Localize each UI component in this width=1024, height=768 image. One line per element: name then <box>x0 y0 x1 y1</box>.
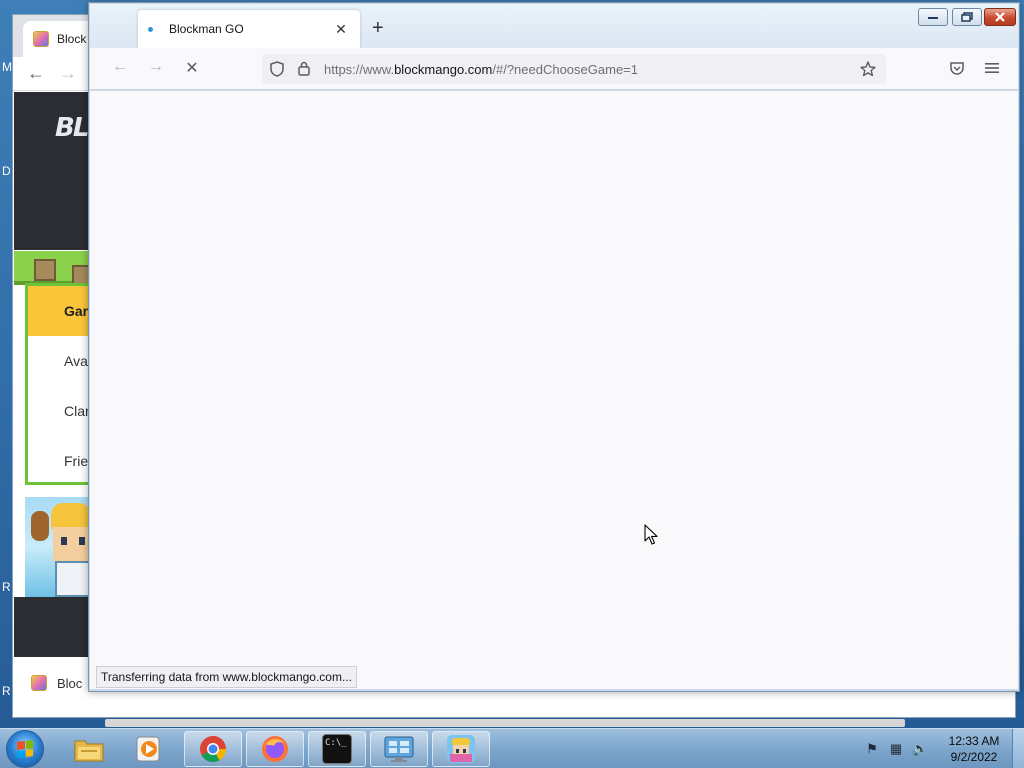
volume-icon[interactable]: 🔈 <box>912 741 928 757</box>
grass-banner <box>14 251 90 287</box>
firefox-icon <box>262 736 288 762</box>
tab-close-icon[interactable]: ✕ <box>332 21 350 38</box>
page-content-area[interactable]: Transferring data from www.blockmango.co… <box>90 91 1018 689</box>
desktop-icon-label: R <box>2 580 11 594</box>
character-eye <box>79 537 85 545</box>
blockman-go-app-icon <box>447 735 475 763</box>
taskbar-command-prompt[interactable]: C:\_ <box>308 731 366 767</box>
media-player-icon <box>136 736 160 762</box>
menu-item-avatar[interactable]: Ava <box>28 336 89 386</box>
status-panel: Transferring data from www.blockmango.co… <box>96 666 357 688</box>
monkey-figure <box>31 511 49 541</box>
back-arrow-icon[interactable]: ← <box>108 58 132 76</box>
firefox-navigation-bar: ← → ✕ https://www.blockmango.com/#/?need… <box>90 48 1018 90</box>
back-arrow-icon[interactable]: ← <box>27 63 45 84</box>
taskbar-control-panel[interactable] <box>370 731 428 767</box>
blockman-go-favicon-icon <box>31 675 47 691</box>
close-icon <box>995 12 1005 22</box>
system-clock[interactable]: 12:33 AM 9/2/2022 <box>944 733 1004 765</box>
clock-date: 9/2/2022 <box>950 750 998 764</box>
character-body <box>55 561 89 597</box>
close-window-button[interactable] <box>984 8 1016 26</box>
desktop-icon-label: R <box>2 684 11 698</box>
minimize-icon <box>928 17 938 19</box>
taskbar-media-player[interactable] <box>120 731 178 767</box>
desktop-icon-label: D <box>2 164 11 178</box>
network-icon[interactable]: ▦ <box>888 741 904 757</box>
taskbar-chrome[interactable] <box>184 731 242 767</box>
site-footer-band <box>14 597 90 657</box>
horizontal-scrollbar[interactable] <box>105 719 905 727</box>
minimize-button[interactable] <box>918 8 948 26</box>
command-prompt-icon: C:\_ <box>322 734 352 764</box>
taskbar-windows-explorer[interactable] <box>60 731 118 767</box>
menu-item-games[interactable]: Gar <box>28 286 89 336</box>
site-side-menu: Gar Ava Clar Frie <box>25 283 89 485</box>
desktop-icon-label: M <box>2 60 12 74</box>
firefox-window[interactable]: Blockman GO ✕ + ← → ✕ https://www.blockm… <box>88 2 1020 692</box>
pocket-icon[interactable] <box>949 61 965 76</box>
tab-title: Blockman GO <box>169 22 244 36</box>
stop-loading-icon[interactable]: ✕ <box>180 58 204 78</box>
character-eye <box>61 537 67 545</box>
maximize-button[interactable] <box>952 8 982 26</box>
folder-icon <box>74 740 104 762</box>
mouse-pointer-icon <box>644 524 658 545</box>
show-desktop-button[interactable] <box>1012 729 1024 768</box>
new-tab-button[interactable]: + <box>372 18 384 38</box>
action-center-flag-icon[interactable]: ⚑ <box>864 741 880 757</box>
site-logo[interactable]: BL <box>55 113 89 143</box>
forward-arrow-icon[interactable]: → <box>59 63 77 84</box>
taskbar-firefox[interactable] <box>246 731 304 767</box>
dirt-block-decoration <box>34 259 56 281</box>
restore-icon <box>961 12 973 22</box>
menu-item-clan[interactable]: Clar <box>28 386 89 436</box>
chrome-icon <box>200 735 227 763</box>
hardhat <box>51 503 89 529</box>
menu-item-friends[interactable]: Frie <box>28 436 89 486</box>
blockman-go-favicon-icon <box>33 31 49 47</box>
tab-blockman-go[interactable]: Blockman GO ✕ <box>138 10 360 48</box>
start-button[interactable] <box>6 730 44 768</box>
control-panel-icon <box>384 736 414 762</box>
lock-icon[interactable] <box>298 61 310 76</box>
hamburger-menu-icon[interactable] <box>985 62 999 74</box>
system-tray: ⚑ ▦ 🔈 <box>864 741 928 757</box>
taskbar-blockman-go[interactable] <box>432 731 490 767</box>
clock-time: 12:33 AM <box>948 734 1000 748</box>
tracking-protection-shield-icon[interactable] <box>270 61 284 77</box>
firefox-tab-strip: Blockman GO ✕ + <box>90 4 1018 48</box>
address-bar[interactable]: https://www.blockmango.com/#/?needChoose… <box>262 54 886 84</box>
loading-dot-icon <box>148 26 153 32</box>
url-text[interactable]: https://www.blockmango.com/#/?needChoose… <box>324 62 638 77</box>
forward-arrow-icon[interactable]: → <box>144 58 168 76</box>
promo-character-image <box>25 497 89 597</box>
background-tab-title: Block <box>57 32 87 46</box>
windows-logo-icon <box>17 740 33 758</box>
background-bottom-item[interactable]: Bloc <box>31 675 82 691</box>
taskbar: C:\_ ⚑ ▦ 🔈 12:33 AM 9/2/2022 <box>0 728 1024 768</box>
bookmark-star-icon[interactable] <box>860 61 876 77</box>
